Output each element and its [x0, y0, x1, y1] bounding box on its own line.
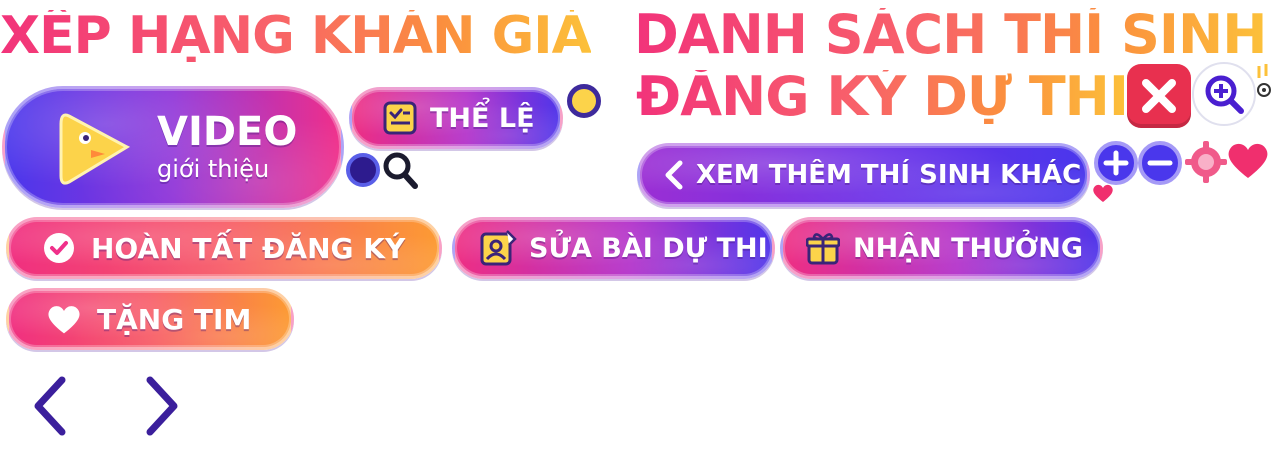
gift-icon: [805, 230, 841, 266]
receive-reward-button[interactable]: NHẬN THƯỞNG: [780, 217, 1103, 279]
contestant-list-title-line2: ĐĂNG KÝ DỰ THI: [636, 65, 1129, 128]
arrow-right-icon[interactable]: [142, 376, 182, 436]
gear-icon[interactable]: [1185, 141, 1227, 183]
zoom-in-icon: [1203, 73, 1245, 115]
edit-entry-button[interactable]: SỬA BÀI DỰ THI: [452, 217, 775, 279]
small-heart-icon: [1092, 183, 1114, 203]
close-icon: [1140, 77, 1178, 115]
minus-button[interactable]: [1138, 141, 1182, 185]
minus-icon: [1147, 150, 1173, 176]
complete-registration-button[interactable]: HOÀN TẤT ĐĂNG KÝ: [6, 217, 442, 279]
zoom-in-button[interactable]: [1192, 62, 1256, 126]
rules-button[interactable]: THỂ LỆ: [349, 87, 563, 149]
contestant-list-title-line1: DANH SÁCH THÍ SINH: [634, 3, 1267, 66]
give-heart-label: TẶNG TIM: [97, 302, 252, 336]
chevron-left-icon: [662, 159, 686, 191]
video-intro-button[interactable]: VIDEO giới thiệu: [2, 86, 344, 208]
edit-profile-icon: [479, 229, 517, 267]
heart-icon: [45, 301, 83, 337]
video-button-subtitle: giới thiệu: [157, 154, 270, 183]
plus-icon: [1103, 150, 1129, 176]
navy-dot-icon: [346, 153, 380, 187]
give-heart-button[interactable]: TẶNG TIM: [6, 288, 294, 350]
video-button-title: VIDEO: [157, 108, 298, 155]
yellow-dot-icon: [567, 84, 601, 118]
complete-registration-label: HOÀN TẤT ĐĂNG KÝ: [91, 231, 406, 265]
rules-button-label: THỂ LỆ: [430, 102, 535, 134]
play-icon: [51, 102, 141, 192]
more-contestants-button[interactable]: XEM THÊM THÍ SINH KHÁC: [637, 143, 1090, 207]
close-button[interactable]: [1127, 64, 1191, 128]
clipboard-check-icon: [382, 100, 418, 136]
heart-icon: [1226, 140, 1270, 180]
receive-reward-label: NHẬN THƯỞNG: [853, 232, 1084, 264]
search-icon[interactable]: [381, 150, 419, 190]
check-circle-icon: [41, 230, 77, 266]
arrow-left-icon[interactable]: [30, 376, 70, 436]
more-contestants-label: XEM THÊM THÍ SINH KHÁC: [696, 160, 1082, 190]
plus-button[interactable]: [1094, 141, 1138, 185]
edit-entry-label: SỬA BÀI DỰ THI: [529, 232, 768, 264]
audience-ranking-title: XẾP HẠNG KHÁN GIẢ: [0, 6, 592, 66]
spark-decoration-icon: [1256, 64, 1274, 104]
